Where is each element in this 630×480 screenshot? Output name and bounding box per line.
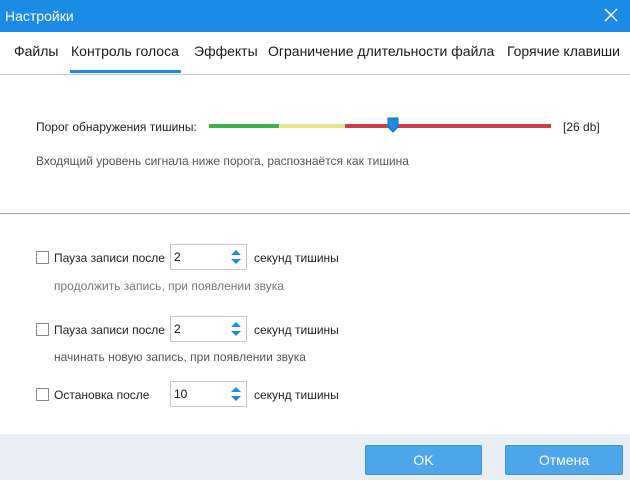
pause-new-checkbox[interactable] [36, 323, 49, 336]
pause-new-stepper[interactable]: 2 [170, 316, 247, 342]
stop-after-unit: секунд тишины [254, 388, 339, 402]
pause-continue-checkbox[interactable] [36, 251, 49, 264]
spin-arrows-icon[interactable] [230, 384, 242, 404]
pause-new-hint: начинать новую запись, при появлении зву… [54, 350, 306, 364]
silence-threshold-label: Порог обнаружения тишины: [36, 120, 197, 134]
pause-continue-stepper[interactable]: 2 [170, 244, 247, 270]
tab-bar: Файлы Контроль голоса Эффекты Ограничени… [0, 32, 630, 75]
stop-after-value[interactable]: 10 [174, 387, 187, 401]
tab-file-duration-limit[interactable]: Ограничение длительности файла [268, 43, 494, 59]
tab-hotkeys[interactable]: Горячие клавиши [507, 43, 620, 59]
tab-effects[interactable]: Эффекты [194, 43, 258, 59]
slider-zone-green[interactable] [209, 124, 279, 128]
cancel-button[interactable]: Отмена [505, 445, 623, 475]
tab-voice-control[interactable]: Контроль голоса [71, 43, 179, 59]
title-bar: Настройки [0, 0, 630, 32]
close-icon[interactable] [602, 6, 620, 24]
silence-threshold-hint: Входящий уровень сигнала ниже порога, ра… [36, 154, 409, 168]
stop-after-stepper[interactable]: 10 [170, 381, 247, 407]
silence-threshold-value: [26 db] [563, 120, 600, 134]
active-tab-indicator [70, 70, 181, 73]
stop-after-checkbox[interactable] [36, 388, 49, 401]
tab-files[interactable]: Файлы [14, 43, 58, 59]
slider-thumb[interactable] [387, 117, 399, 133]
stop-after-label: Остановка после [54, 388, 150, 402]
section-divider [0, 213, 630, 214]
pause-continue-value[interactable]: 2 [174, 250, 181, 264]
window-title: Настройки [5, 8, 74, 24]
ok-button[interactable]: OK [365, 445, 482, 475]
pause-continue-unit: секунд тишины [254, 251, 339, 265]
pause-new-value[interactable]: 2 [174, 322, 181, 336]
pause-new-label: Пауза записи после [54, 323, 165, 337]
spin-arrows-icon[interactable] [230, 319, 242, 339]
spin-arrows-icon[interactable] [230, 247, 242, 267]
pause-new-unit: секунд тишины [254, 323, 339, 337]
pause-continue-hint: продолжить запись, при появлении звука [54, 279, 284, 293]
slider-zone-yellow[interactable] [279, 124, 345, 128]
pause-continue-label: Пауза записи после [54, 251, 165, 265]
slider-zone-red[interactable] [345, 124, 551, 128]
